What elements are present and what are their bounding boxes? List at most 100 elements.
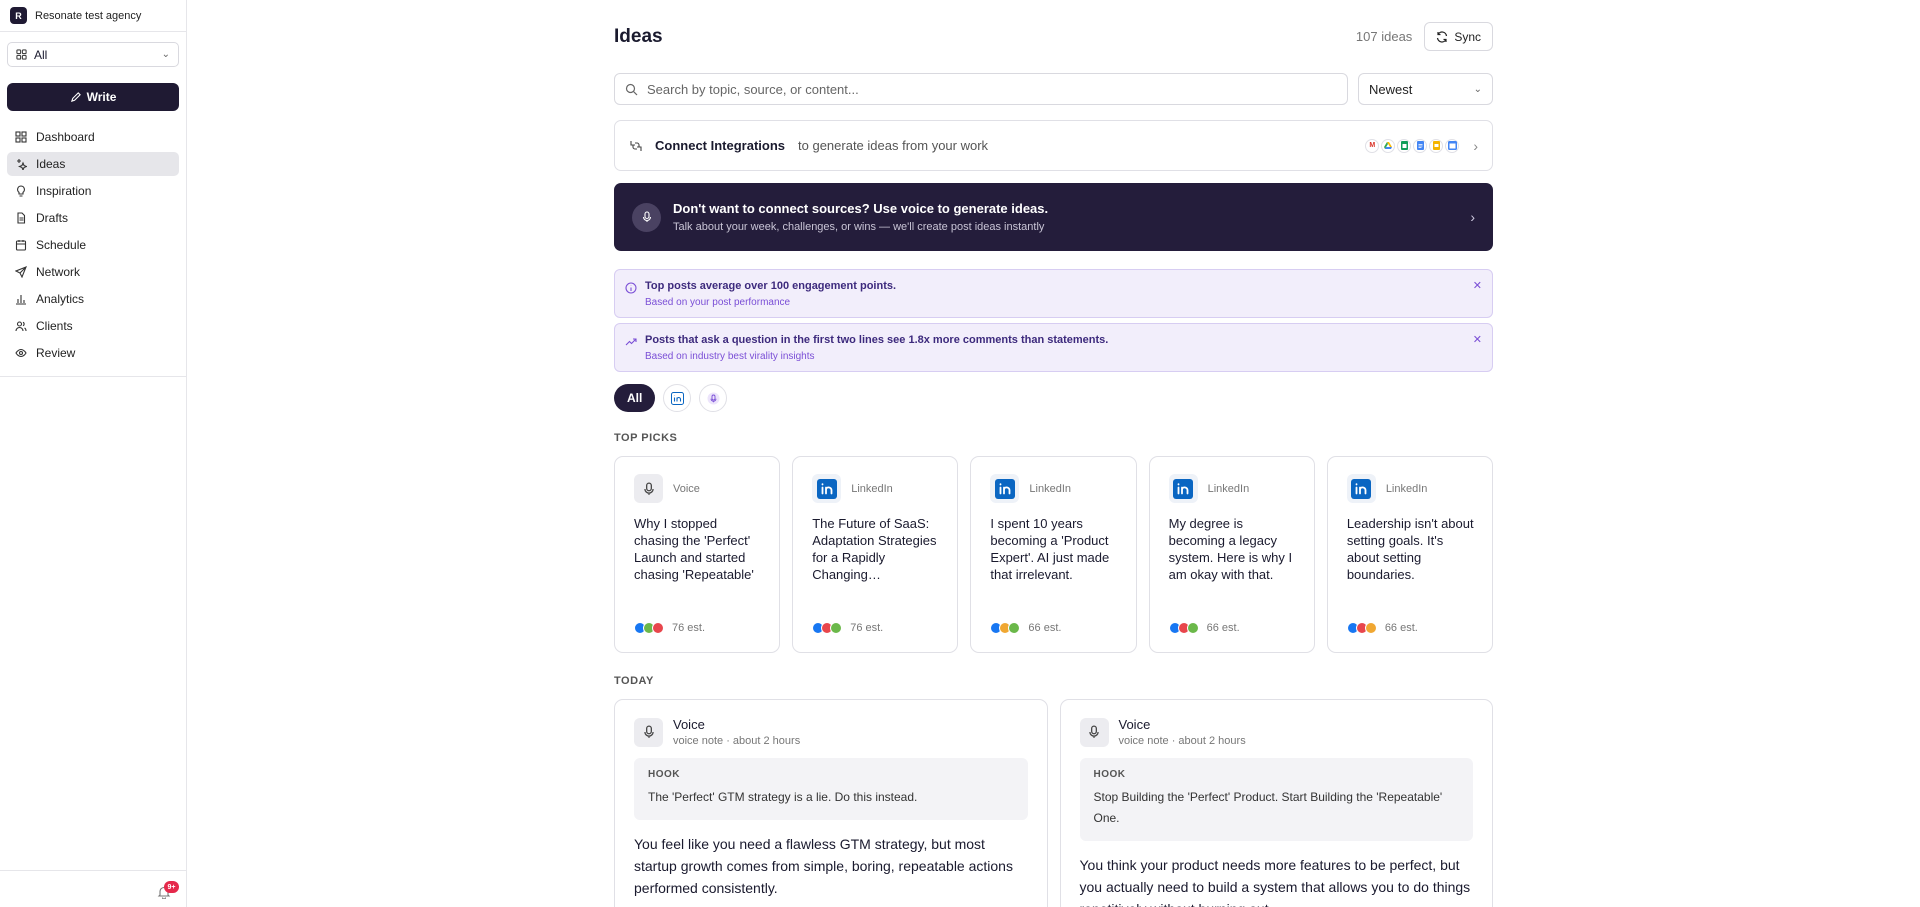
calendar-icon	[1445, 138, 1460, 153]
linkedin-icon	[1168, 474, 1198, 503]
pick-title: My degree is becoming a legacy system. H…	[1168, 516, 1293, 582]
sidebar-item-analytics[interactable]: Analytics	[7, 287, 179, 311]
reactions-icon	[634, 622, 664, 634]
close-icon[interactable]: ✕	[1473, 333, 1482, 346]
idea-body: You think your product needs more featur…	[1079, 857, 1471, 907]
hook-text: The 'Perfect' GTM strategy is a lie. Do …	[648, 790, 918, 804]
refresh-icon	[1437, 30, 1448, 43]
hook-text: Stop Building the 'Perfect' Product. Sta…	[1093, 790, 1443, 825]
send-icon	[15, 266, 27, 278]
idea-meta: voice note · about 2 hours	[1118, 735, 1246, 747]
integrations-icon	[630, 140, 642, 151]
sidebar-item-label: Schedule	[36, 238, 87, 252]
sidebar-nav: Dashboard Ideas Inspiration Drafts Sched…	[0, 125, 186, 365]
close-icon[interactable]: ✕	[1473, 279, 1482, 292]
notification-badge: 9+	[164, 881, 179, 893]
sidebar-item-schedule[interactable]: Schedule	[7, 233, 179, 257]
voice-ideas-banner[interactable]: Don't want to connect sources? Use voice…	[614, 183, 1493, 251]
main-content: Ideas 107 ideas Sync Newest ⌄	[187, 0, 1920, 907]
hook-box: HOOK The 'Perfect' GTM strategy is a lie.…	[634, 758, 1028, 820]
voice-banner-subtitle: Talk about your week, challenges, or win…	[673, 221, 1045, 233]
sidebar-item-ideas[interactable]: Ideas	[7, 152, 179, 176]
sidebar-item-drafts[interactable]: Drafts	[7, 206, 179, 230]
insight-source: Based on industry best virality insights	[645, 351, 815, 362]
sync-button[interactable]: Sync	[1424, 22, 1493, 51]
search-input[interactable]	[647, 81, 1337, 97]
idea-card[interactable]: Voice voice note · about 2 hours HOOK The '…	[614, 699, 1048, 907]
sidebar-item-clients[interactable]: Clients	[7, 314, 179, 338]
section-heading-top-picks: TOP PICKS	[614, 432, 678, 444]
workspace-select[interactable]: All ⌄	[7, 42, 179, 67]
write-button[interactable]: Write	[7, 83, 179, 111]
sheets-icon	[1397, 138, 1412, 153]
dashboard-icon	[15, 131, 27, 143]
reactions-icon	[1168, 622, 1199, 634]
microphone-icon	[634, 474, 663, 503]
filter-all[interactable]: All	[614, 384, 656, 412]
search-field	[614, 73, 1348, 105]
pick-source: LinkedIn	[1385, 482, 1428, 495]
sidebar-item-review[interactable]: Review	[7, 341, 179, 365]
sidebar-item-label: Dashboard	[36, 130, 95, 144]
linkedin-icon	[1346, 474, 1376, 503]
sidebar-item-label: Ideas	[36, 157, 66, 171]
sidebar-footer: 9+	[0, 870, 186, 907]
eye-icon	[15, 348, 27, 358]
chevron-down-icon: ⌄	[161, 49, 170, 60]
pick-source: LinkedIn	[1207, 482, 1250, 495]
info-icon	[625, 282, 637, 294]
filter-linkedin[interactable]	[663, 384, 692, 412]
drive-icon	[1381, 138, 1396, 153]
workspace-select-value: All	[34, 47, 48, 62]
ideas-count: 107 ideas	[1355, 29, 1413, 44]
top-pick-card[interactable]: LinkedIn The Future of SaaS: Adaptation S…	[792, 456, 959, 653]
docs-icon	[1413, 138, 1428, 153]
engagement-estimate: 66 est.	[1028, 622, 1062, 634]
microphone-icon	[632, 202, 661, 232]
microphone-icon	[1079, 717, 1109, 747]
insight-title: Posts that ask a question in the first t…	[645, 334, 1109, 346]
integrations-subtitle: to generate ideas from your work	[798, 138, 989, 153]
today-list: Voice voice note · about 2 hours HOOK The '…	[614, 699, 1493, 907]
reactions-icon	[1346, 622, 1377, 634]
engagement-estimate: 76 est.	[672, 622, 706, 634]
insight-title: Top posts average over 100 engagement po…	[645, 280, 897, 292]
sidebar-item-label: Analytics	[36, 292, 85, 306]
engagement-estimate: 76 est.	[850, 622, 884, 634]
idea-source: Voice	[673, 717, 705, 732]
hook-label: HOOK	[1093, 769, 1126, 780]
insight-card: Top posts average over 100 engagement po…	[614, 269, 1493, 318]
sidebar: R Resonate test agency All ⌄ Write Dashb…	[0, 0, 187, 907]
bar-chart-icon	[16, 295, 26, 305]
reactions-icon	[812, 622, 843, 634]
top-pick-card[interactable]: LinkedIn My degree is becoming a legacy s…	[1148, 456, 1315, 653]
sidebar-item-inspiration[interactable]: Inspiration	[7, 179, 179, 203]
filter-voice[interactable]	[699, 384, 728, 412]
linkedin-icon	[670, 391, 684, 405]
gmail-icon: M	[1365, 138, 1380, 153]
pick-source: Voice	[673, 482, 700, 495]
linkedin-icon	[990, 474, 1020, 503]
sidebar-item-network[interactable]: Network	[7, 260, 179, 284]
top-pick-card[interactable]: LinkedIn Leadership isn't about setting g…	[1326, 456, 1494, 653]
connect-integrations-card[interactable]: Connect Integrations to generate ideas f…	[614, 120, 1493, 171]
sync-button-label: Sync	[1454, 29, 1481, 44]
sidebar-item-label: Network	[36, 265, 81, 279]
org-switcher[interactable]: R Resonate test agency	[0, 0, 186, 31]
microphone-icon	[634, 717, 663, 747]
calendar-icon	[15, 240, 27, 251]
idea-card[interactable]: Voice voice note · about 2 hours HOOK Stop …	[1059, 699, 1493, 907]
linkedin-icon	[812, 474, 842, 503]
top-pick-card[interactable]: Voice Why I stopped chasing the 'Perfect'…	[614, 456, 781, 653]
chevron-down-icon: ⌄	[1473, 83, 1482, 95]
write-button-label: Write	[86, 90, 117, 104]
sidebar-item-dashboard[interactable]: Dashboard	[7, 125, 179, 149]
pick-title: Why I stopped chasing the 'Perfect' Laun…	[634, 516, 754, 582]
pick-source: LinkedIn	[1029, 482, 1071, 495]
pick-title: The Future of SaaS: Adaptation Strategie…	[812, 516, 937, 582]
sidebar-item-label: Clients	[36, 319, 73, 333]
pencil-icon	[70, 91, 81, 102]
search-icon	[625, 83, 638, 95]
top-pick-card[interactable]: LinkedIn I spent 10 years becoming a 'Pro…	[970, 456, 1137, 653]
sort-select[interactable]: Newest ⌄	[1358, 73, 1493, 105]
